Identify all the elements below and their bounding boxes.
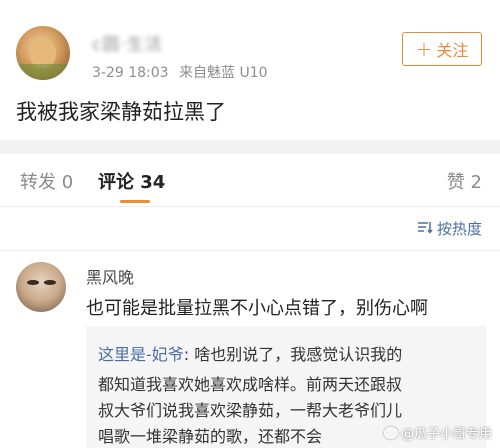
- tab-like[interactable]: 赞 2: [447, 168, 482, 194]
- comment-text: 也可能是批量拉黑不小心点错了，别伤心啊: [86, 298, 428, 319]
- reply-author[interactable]: 这里是-妃爷: [98, 345, 184, 364]
- active-tab-indicator: [120, 200, 150, 203]
- user-avatar[interactable]: [16, 26, 70, 80]
- interaction-tabs: 转发 0 评论 34 赞 2: [0, 154, 500, 207]
- post-source: 来自魅蓝 U10: [179, 65, 268, 81]
- post-time: 3-29 18:03: [92, 65, 169, 81]
- avatar-background: [16, 64, 70, 80]
- reply-line: 叔大爷们说我喜欢梁静茹，一帮大老爷们儿: [98, 401, 403, 420]
- username[interactable]: c圆·生活: [92, 30, 163, 55]
- post-meta: 3-29 18:03 来自魅蓝 U10: [92, 62, 274, 82]
- weibo-logo-icon: [383, 426, 398, 439]
- section-separator: [0, 140, 500, 154]
- follow-label: 关注: [436, 41, 469, 60]
- sort-icon: [417, 220, 433, 238]
- reply-line: 这里是-妃爷: 啥也别说了，我感觉认识我的: [98, 341, 402, 365]
- sort-label: 按热度: [436, 220, 482, 238]
- sort-by-hot-button[interactable]: 按热度: [417, 218, 482, 239]
- post-header: c圆·生活 3-29 18:03 来自魅蓝 U10 + 关注: [0, 0, 500, 96]
- follow-button[interactable]: + 关注: [402, 32, 482, 66]
- tab-comment[interactable]: 评论 34: [98, 168, 165, 194]
- tab-repost[interactable]: 转发 0: [20, 168, 73, 194]
- commenter-name[interactable]: 黑风晚: [86, 264, 134, 288]
- avatar-eye: [44, 280, 56, 285]
- reply-line: 唱歌一堆梁静茹的歌，还都不会: [98, 427, 323, 446]
- reply-text: : 啥也别说了，我感觉认识我的: [183, 345, 403, 364]
- commenter-avatar[interactable]: [16, 262, 66, 312]
- avatar-eye: [27, 280, 39, 285]
- watermark: @瓜子小哥专用: [383, 423, 492, 442]
- plus-icon: +: [415, 37, 433, 61]
- post-text: 我被我家梁静茹拉黑了: [16, 100, 226, 124]
- divider: [0, 250, 500, 251]
- watermark-text: @瓜子小哥专用: [400, 427, 492, 442]
- reply-line: 都知道我喜欢她喜欢成啥样。前两天还跟叔: [98, 375, 403, 394]
